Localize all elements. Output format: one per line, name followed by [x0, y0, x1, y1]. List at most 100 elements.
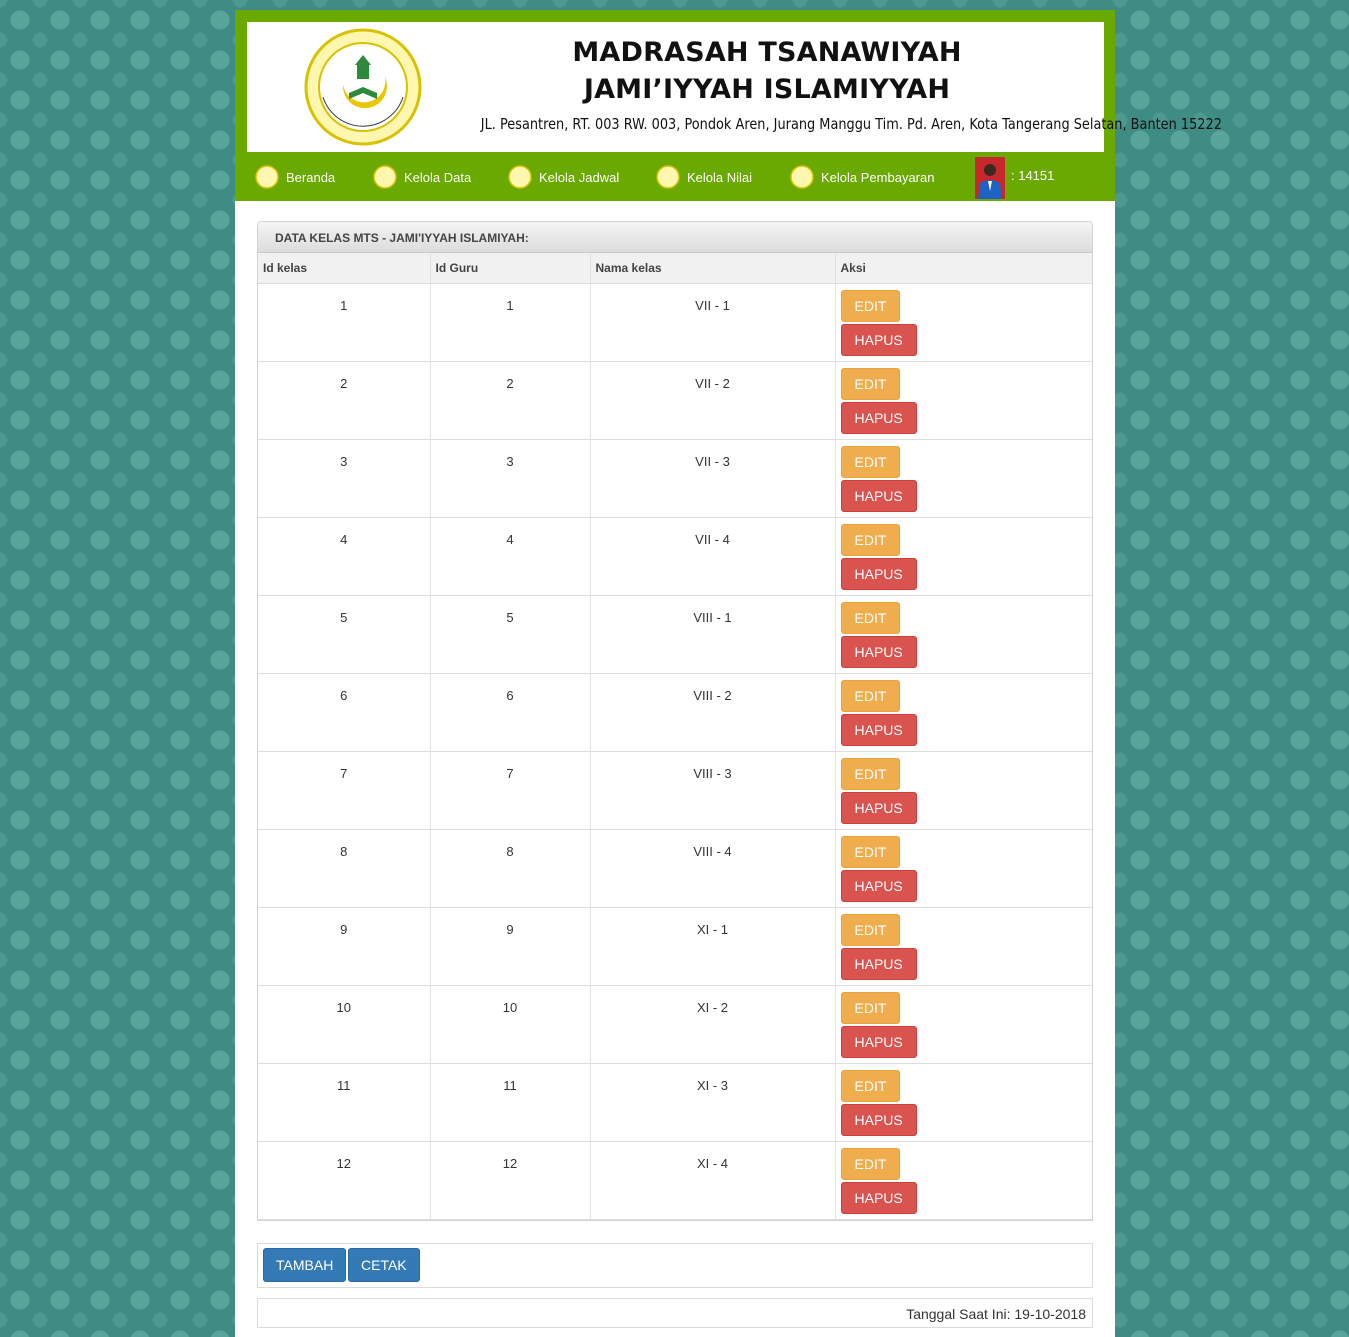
cell-id-kelas: 5	[258, 595, 431, 674]
cell-aksi: EDIT HAPUS	[835, 439, 1092, 518]
school-emblem-icon	[508, 165, 532, 189]
edit-button[interactable]: EDIT	[840, 680, 901, 712]
cell-id-kelas: 1	[258, 283, 431, 362]
table-row: 10 10 XI - 2 EDIT HAPUS	[258, 985, 1092, 1064]
table-row: 3 3 VII - 3 EDIT HAPUS	[258, 439, 1092, 518]
table-row: 11 11 XI - 3 EDIT HAPUS	[258, 1063, 1092, 1142]
page-container: MADRASAH TSANAWIYAH JAMI’IYYAH ISLAMIYYA…	[235, 10, 1222, 1337]
cell-id-kelas: 6	[258, 673, 431, 752]
cell-aksi: EDIT HAPUS	[835, 595, 1092, 674]
class-table: Id kelas Id Guru Nama kelas Aksi 1 1 VII -…	[258, 253, 1092, 1220]
school-emblem-icon	[656, 165, 680, 189]
edit-button[interactable]: EDIT	[840, 524, 901, 556]
table-row: 7 7 VIII - 3 EDIT HAPUS	[258, 751, 1092, 830]
cell-nama-kelas: VIII - 1	[590, 595, 836, 674]
column-header-id-kelas[interactable]: Id kelas	[258, 253, 431, 284]
cell-id-kelas: 10	[258, 985, 431, 1064]
cell-aksi: EDIT HAPUS	[835, 907, 1092, 986]
table-header-row: Id kelas Id Guru Nama kelas Aksi	[258, 253, 1092, 284]
panel-title: DATA KELAS MTS - JAMI'IYYAH ISLAMIYAH:	[258, 222, 1092, 253]
table-row: 4 4 VII - 4 EDIT HAPUS	[258, 517, 1092, 596]
delete-button[interactable]: HAPUS	[840, 636, 917, 668]
edit-button[interactable]: EDIT	[840, 1148, 901, 1180]
user-avatar[interactable]	[975, 157, 1005, 199]
edit-button[interactable]: EDIT	[840, 758, 901, 790]
cell-id-guru: 4	[430, 517, 591, 596]
cell-aksi: EDIT HAPUS	[835, 751, 1092, 830]
print-button[interactable]: CETAK	[348, 1248, 420, 1282]
column-header-aksi: Aksi	[835, 253, 1092, 284]
cell-aksi: EDIT HAPUS	[835, 985, 1092, 1064]
cell-aksi: EDIT HAPUS	[835, 673, 1092, 752]
cell-aksi: EDIT HAPUS	[835, 1141, 1092, 1220]
nav-item-label: Kelola Nilai	[687, 169, 753, 185]
cell-id-kelas: 3	[258, 439, 431, 518]
current-date: Tanggal Saat Ini: 19-10-2018	[906, 1306, 1086, 1322]
cell-nama-kelas: VII - 4	[590, 517, 836, 596]
edit-button[interactable]: EDIT	[840, 602, 901, 634]
nav-item-kelola-nilai[interactable]: Kelola Nilai	[656, 164, 752, 190]
add-button[interactable]: TAMBAH	[263, 1248, 347, 1282]
delete-button[interactable]: HAPUS	[840, 1182, 917, 1214]
cell-nama-kelas: XI - 1	[590, 907, 836, 986]
delete-button[interactable]: HAPUS	[840, 402, 917, 434]
cell-aksi: EDIT HAPUS	[835, 361, 1092, 440]
cell-aksi: EDIT HAPUS	[835, 283, 1092, 362]
delete-button[interactable]: HAPUS	[840, 1104, 917, 1136]
nav-item-label: Kelola Pembayaran	[821, 169, 935, 185]
school-name-line1: MADRASAH TSANAWIYAH	[572, 37, 962, 68]
table-row: 2 2 VII - 2 EDIT HAPUS	[258, 361, 1092, 440]
edit-button[interactable]: EDIT	[840, 1070, 901, 1102]
delete-button[interactable]: HAPUS	[840, 1026, 917, 1058]
table-row: 1 1 VII - 1 EDIT HAPUS	[258, 283, 1092, 362]
nav-item-kelola-data[interactable]: Kelola Data	[373, 164, 471, 190]
cell-nama-kelas: XI - 4	[590, 1141, 836, 1220]
nav-item-beranda[interactable]: Beranda	[255, 164, 335, 190]
cell-id-guru: 7	[430, 751, 591, 830]
cell-nama-kelas: VIII - 3	[590, 751, 836, 830]
edit-button[interactable]: EDIT	[840, 914, 901, 946]
edit-button[interactable]: EDIT	[840, 836, 901, 868]
user-photo-icon	[975, 157, 1005, 199]
cell-aksi: EDIT HAPUS	[835, 517, 1092, 596]
cell-nama-kelas: XI - 3	[590, 1063, 836, 1142]
school-emblem-icon	[255, 165, 279, 189]
cell-nama-kelas: VIII - 2	[590, 673, 836, 752]
edit-button[interactable]: EDIT	[840, 992, 901, 1024]
cell-id-guru: 6	[430, 673, 591, 752]
delete-button[interactable]: HAPUS	[840, 792, 917, 824]
delete-button[interactable]: HAPUS	[840, 558, 917, 590]
column-header-nama-kelas[interactable]: Nama kelas	[590, 253, 836, 284]
school-emblem-icon	[790, 165, 814, 189]
school-address: JL. Pesantren, RT. 003 RW. 003, Pondok A…	[480, 115, 1222, 133]
class-data-panel: DATA KELAS MTS - JAMI'IYYAH ISLAMIYAH: I…	[257, 221, 1093, 1221]
table-row: 5 5 VIII - 1 EDIT HAPUS	[258, 595, 1092, 674]
column-header-id-guru[interactable]: Id Guru	[430, 253, 591, 284]
nav-item-label: Kelola Data	[404, 169, 472, 185]
banner: MADRASAH TSANAWIYAH JAMI’IYYAH ISLAMIYYA…	[247, 22, 1222, 152]
cell-id-kelas: 2	[258, 361, 431, 440]
edit-button[interactable]: EDIT	[840, 290, 901, 322]
nav-item-kelola-jadwal[interactable]: Kelola Jadwal	[508, 164, 619, 190]
edit-button[interactable]: EDIT	[840, 368, 901, 400]
cell-id-guru: 1	[430, 283, 591, 362]
delete-button[interactable]: HAPUS	[840, 324, 917, 356]
cell-id-guru: 10	[430, 985, 591, 1064]
delete-button[interactable]: HAPUS	[840, 948, 917, 980]
site-header: MADRASAH TSANAWIYAH JAMI’IYYAH ISLAMIYYA…	[235, 10, 1222, 201]
nav-item-label: Kelola Jadwal	[539, 169, 620, 185]
delete-button[interactable]: HAPUS	[840, 714, 917, 746]
school-name-line2: JAMI’IYYAH ISLAMIYYAH	[583, 74, 951, 105]
cell-aksi: EDIT HAPUS	[835, 1063, 1092, 1142]
nav-item-kelola-pembayaran[interactable]: Kelola Pembayaran	[790, 164, 934, 190]
delete-button[interactable]: HAPUS	[840, 480, 917, 512]
cell-id-guru: 9	[430, 907, 591, 986]
cell-id-kelas: 8	[258, 829, 431, 908]
table-row: 8 8 VIII - 4 EDIT HAPUS	[258, 829, 1092, 908]
edit-button[interactable]: EDIT	[840, 446, 901, 478]
cell-id-kelas: 9	[258, 907, 431, 986]
cell-id-guru: 8	[430, 829, 591, 908]
delete-button[interactable]: HAPUS	[840, 870, 917, 902]
cell-nama-kelas: VII - 2	[590, 361, 836, 440]
cell-nama-kelas: VIII - 4	[590, 829, 836, 908]
